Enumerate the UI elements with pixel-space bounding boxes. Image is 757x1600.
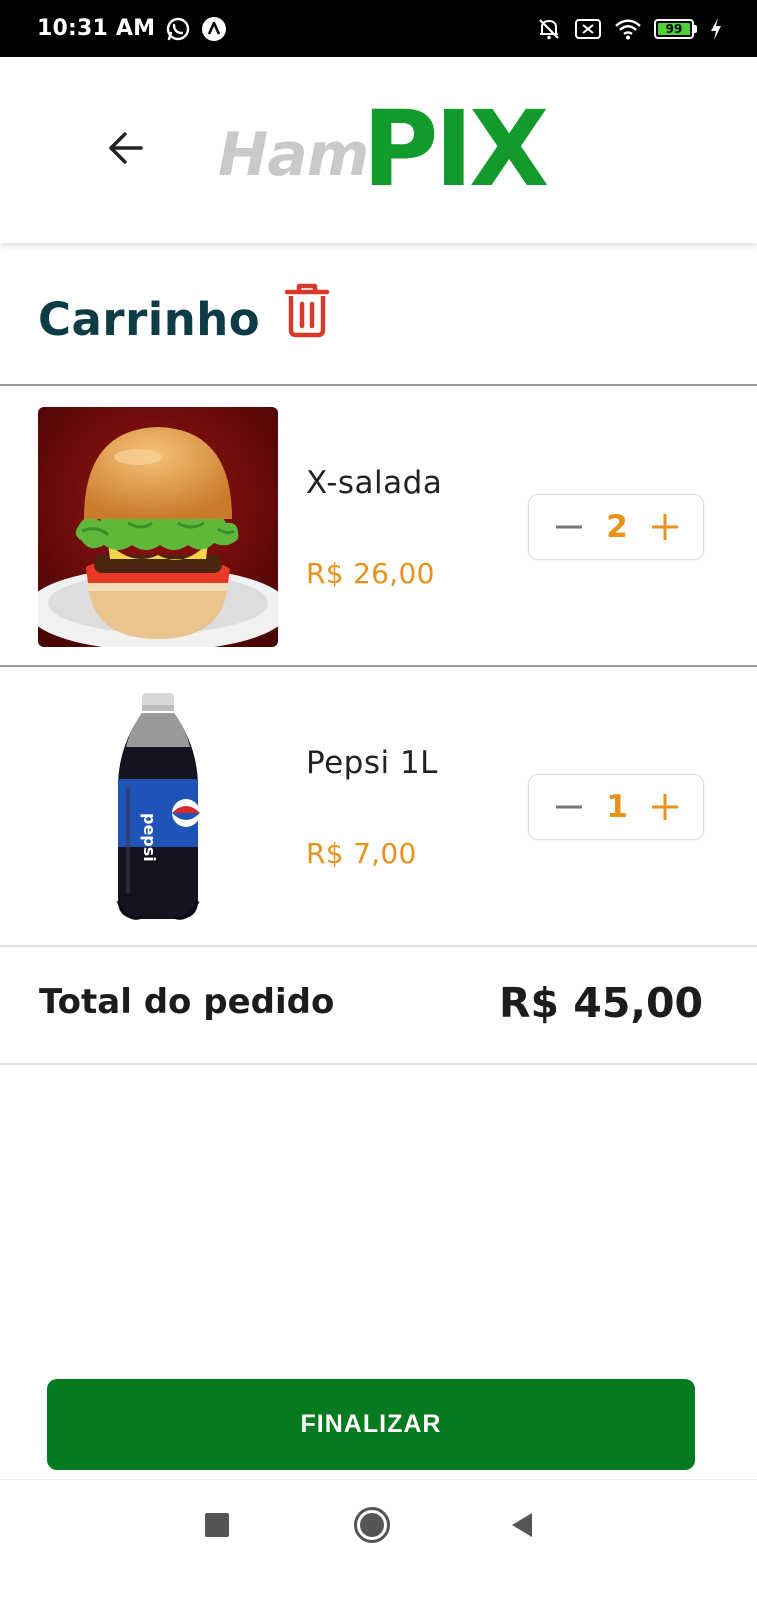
item-price: R$ 26,00 [306,557,435,590]
page-title: Carrinho [38,293,261,346]
minus-icon [556,805,582,809]
plus-icon [651,514,678,540]
total-value: R$ 45,00 [498,979,703,1027]
sim-off-icon [574,17,602,41]
mute-bell-icon [536,16,562,42]
svg-text:pepsi: pepsi [140,813,159,862]
clear-cart-button[interactable] [282,283,332,341]
plus-icon [651,794,678,820]
item-name: X-salada [306,465,443,501]
quantity-value: 2 [606,509,628,545]
finalize-button[interactable]: FINALIZAR [47,1379,695,1470]
cart-item: X-salada R$ 26,00 2 [0,387,757,667]
trash-icon [283,282,331,342]
status-time: 10:31 AM [37,16,156,41]
cart-item: pepsi Pepsi 1L R$ 7,00 1 [0,667,757,947]
decrement-button[interactable] [553,791,585,823]
battery-tip [694,24,697,33]
recent-apps-icon[interactable] [205,1513,229,1537]
quantity-value: 1 [606,789,628,825]
app-header: Ham PIX [0,57,757,243]
hampix-logo: Ham PIX [218,87,549,210]
battery-body: 99 [654,18,694,39]
status-left: 10:31 AM [37,16,227,42]
nav-back-icon[interactable] [510,1511,534,1539]
pepsi-bottle-image: pepsi [38,687,278,927]
screen: 10:31 AM 99 Ham PIX Carrinho X-salada R$… [0,0,757,1600]
quantity-stepper: 1 [528,774,704,840]
logo-ham-text: Ham [218,120,369,190]
battery-icon: 99 [654,18,697,39]
arrow-left-icon [105,128,145,172]
app-notification-icon [201,16,227,42]
item-name: Pepsi 1L [306,745,438,781]
home-icon-inner [360,1513,384,1537]
decrement-button[interactable] [553,511,585,543]
cart-header: Carrinho [0,243,757,386]
item-price: R$ 7,00 [306,837,417,870]
increment-button[interactable] [649,791,681,823]
status-bar: 10:31 AM 99 [0,0,757,57]
battery-level: 99 [658,22,690,35]
whatsapp-icon [165,16,191,42]
increment-button[interactable] [649,511,681,543]
back-button[interactable] [100,125,150,175]
system-nav-bar [0,1479,757,1600]
total-label: Total do pedido [39,982,335,1022]
burger-image [38,407,278,647]
quantity-stepper: 2 [528,494,704,560]
order-total: Total do pedido R$ 45,00 [0,947,757,1065]
charging-icon [709,17,723,41]
status-right: 99 [536,16,723,42]
logo-pix-text: PIX [362,87,549,210]
wifi-icon [614,17,642,41]
minus-icon [556,525,582,529]
home-icon[interactable] [354,1507,390,1543]
